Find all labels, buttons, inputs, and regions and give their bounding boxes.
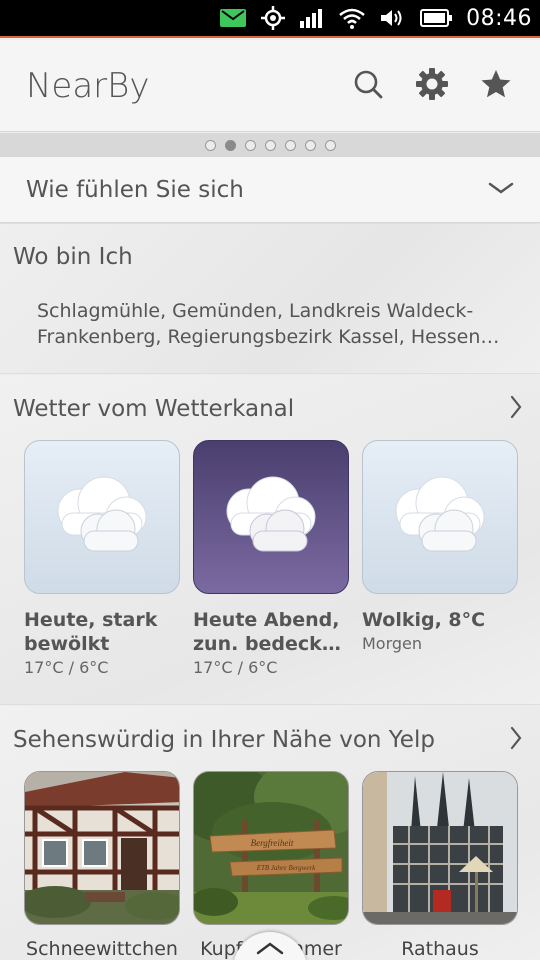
cloud-icon <box>50 469 154 565</box>
weather-title: Wetter vom Wetterkanal <box>13 396 295 422</box>
clock: 08:46 <box>466 5 532 31</box>
wifi-icon <box>338 7 366 29</box>
mood-dropdown[interactable]: Wie fühlen Sie sich <box>0 157 540 223</box>
attractions-title: Sehenswürdig in Ihrer Nähe von Yelp <box>13 727 435 753</box>
weather-card-temp: 17°C / 6°C <box>24 658 109 677</box>
weather-card[interactable]: Heute Abend, zun. bedeck… 17°C / 6°C <box>193 440 349 677</box>
weather-section: Wetter vom Wetterkanal Heute, stark bewö… <box>0 375 540 705</box>
weather-card-title: Heute Abend, zun. bedeck… <box>193 609 341 655</box>
page-dot <box>284 139 296 151</box>
gps-icon <box>260 5 286 31</box>
signal-icon <box>300 8 324 28</box>
star-icon <box>480 68 512 104</box>
attractions-section: Sehenswürdig in Ihrer Nähe von Yelp Berg… <box>0 706 540 960</box>
attraction-photo[interactable] <box>362 771 518 925</box>
attraction-label: Schneewittchen <box>26 938 178 960</box>
battery-icon <box>420 9 453 27</box>
favorites-button[interactable] <box>466 56 526 116</box>
app-header: NearBy <box>0 40 540 132</box>
volume-icon <box>380 8 406 28</box>
chevron-right-icon <box>510 726 522 754</box>
chevron-up-icon <box>256 940 284 960</box>
location-title: Wo bin Ich <box>13 244 133 270</box>
attractions-header[interactable]: Sehenswürdig in Ihrer Nähe von Yelp <box>13 726 522 754</box>
cloud-icon <box>388 469 492 565</box>
svg-text:Bergfreiheit: Bergfreiheit <box>251 838 294 848</box>
chevron-right-icon <box>510 395 522 423</box>
town-hall-image <box>363 772 517 924</box>
mood-label: Wie fühlen Sie sich <box>26 176 244 203</box>
address-line: Frankenberg, Regierungsbezirk Kassel, He… <box>37 326 500 348</box>
weather-card-temp: Morgen <box>362 634 423 653</box>
location-section: Wo bin Ich Schlagmühle, Gemünden, Landkr… <box>0 224 540 374</box>
wooden-sign-image: Bergfreiheit ETB Jahre Bergwerk <box>194 772 348 924</box>
svg-text:ETB Jahre Bergwerk: ETB Jahre Bergwerk <box>256 864 316 872</box>
weather-card-title: Heute, stark bewölkt <box>24 609 158 655</box>
weather-card-temp: 17°C / 6°C <box>193 658 278 677</box>
page-dot <box>304 139 316 151</box>
page-dot <box>324 139 336 151</box>
page-dot <box>244 139 256 151</box>
address-line: Schlagmühle, Gemünden, Landkreis Waldeck… <box>37 300 474 322</box>
settings-button[interactable] <box>402 56 462 116</box>
status-bar: 08:46 <box>0 0 540 38</box>
search-button[interactable] <box>338 56 398 116</box>
page-dot-active <box>224 139 236 151</box>
weather-card-title: Wolkig, 8°C <box>362 609 486 631</box>
timber-house-image <box>25 772 179 924</box>
mail-icon <box>220 9 247 27</box>
weather-card-image <box>24 440 180 594</box>
page-dot <box>204 139 216 151</box>
location-address: Schlagmühle, Gemünden, Landkreis Waldeck… <box>37 298 507 350</box>
page-dot <box>264 139 276 151</box>
weather-card-image <box>193 440 349 594</box>
chevron-down-icon <box>488 180 514 199</box>
weather-header[interactable]: Wetter vom Wetterkanal <box>13 395 522 423</box>
app-title: NearBy <box>26 65 150 106</box>
weather-card[interactable]: Wolkig, 8°C Morgen <box>362 440 518 653</box>
weather-card[interactable]: Heute, stark bewölkt 17°C / 6°C <box>24 440 180 677</box>
attraction-label: Rathaus <box>401 938 479 960</box>
attraction-photo[interactable] <box>24 771 180 925</box>
attraction-photo[interactable]: Bergfreiheit ETB Jahre Bergwerk <box>193 771 349 925</box>
gear-icon <box>415 67 449 105</box>
weather-card-image <box>362 440 518 594</box>
cloud-icon <box>219 469 323 565</box>
page-indicator[interactable] <box>0 133 540 157</box>
search-icon <box>353 69 383 103</box>
